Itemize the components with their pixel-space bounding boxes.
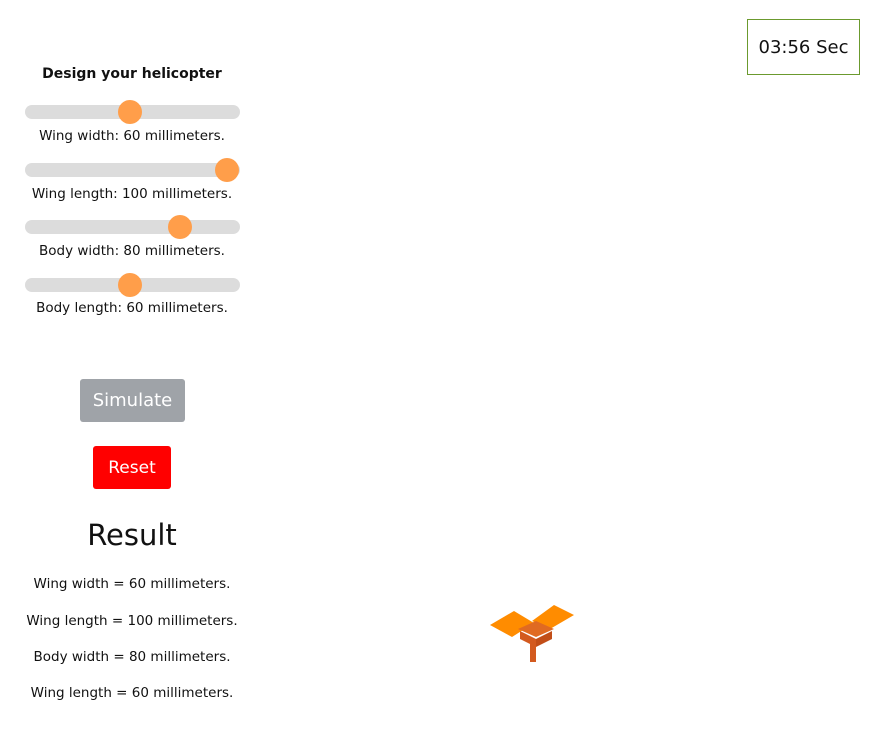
result-wing-length: Wing length = 100 millimeters.	[26, 613, 238, 629]
wing-width-label: Wing width: 60 millimeters.	[39, 128, 225, 144]
result-body-length: Wing length = 60 millimeters.	[30, 685, 234, 701]
wing-length-slider[interactable]	[25, 158, 240, 182]
body-width-slider[interactable]	[25, 215, 240, 239]
countdown-timer: 03:56 Sec	[747, 19, 860, 75]
reset-button[interactable]: Reset	[93, 446, 171, 489]
body-length-slider[interactable]	[25, 273, 240, 297]
result-body-width: Body width = 80 millimeters.	[33, 649, 231, 665]
wing-length-label: Wing length: 100 millimeters.	[31, 186, 233, 202]
wing-length-slider-thumb[interactable]	[215, 158, 240, 182]
helicopter-tail	[530, 643, 536, 662]
design-title: Design your helicopter	[42, 66, 222, 82]
paper-helicopter-illustration	[490, 605, 574, 662]
body-length-label: Body length: 60 millimeters.	[36, 300, 228, 316]
wing-width-slider-thumb[interactable]	[118, 100, 143, 124]
body-length-slider-thumb[interactable]	[118, 273, 143, 297]
result-heading: Result	[87, 518, 177, 552]
simulate-button[interactable]: Simulate	[80, 379, 185, 422]
timer-text: 03:56 Sec	[758, 36, 849, 58]
body-width-label: Body width: 80 millimeters.	[39, 243, 225, 259]
body-width-slider-thumb[interactable]	[167, 215, 192, 239]
result-wing-width: Wing width = 60 millimeters.	[33, 576, 231, 592]
helicopter-simulation-page: 03:56 Sec Design your helicopter Wing wi…	[0, 0, 877, 737]
wing-width-slider[interactable]	[25, 100, 240, 124]
